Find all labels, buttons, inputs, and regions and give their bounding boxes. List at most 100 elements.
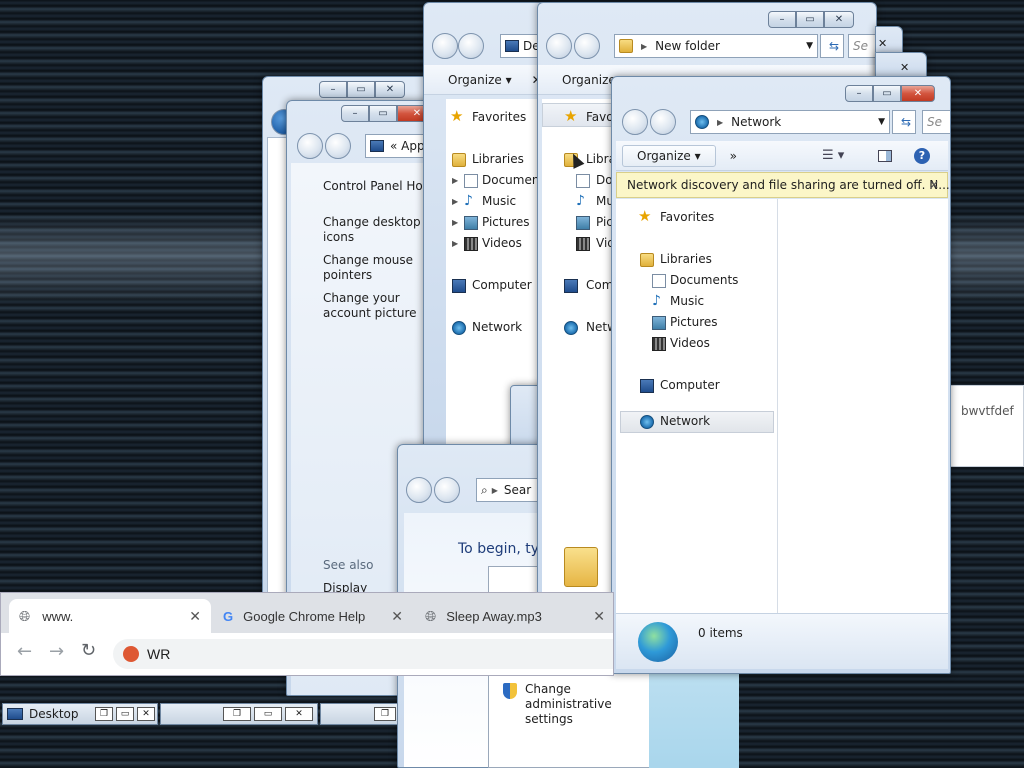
organize-button[interactable]: Organize ▾ <box>622 144 716 167</box>
search-box[interactable]: Se <box>922 110 950 134</box>
back-button[interactable] <box>432 33 458 59</box>
nav-computer[interactable]: Com <box>586 278 613 292</box>
minimized-window-3[interactable]: ❐ <box>320 703 398 725</box>
favorites-star-icon: ★ <box>638 207 652 225</box>
nav-videos[interactable]: Videos <box>482 236 522 250</box>
organize-button[interactable]: Organize <box>562 73 616 87</box>
nav-computer[interactable]: Computer <box>472 278 532 292</box>
back-button[interactable] <box>406 477 432 503</box>
network-icon <box>695 115 709 129</box>
network-icon <box>564 321 578 335</box>
expand-arrow-icon[interactable]: ▶ <box>452 197 458 206</box>
forward-button[interactable] <box>325 133 351 159</box>
status-text: 0 items <box>698 626 743 640</box>
folder-icon <box>619 39 633 53</box>
nav-favorites[interactable]: Favorites <box>660 210 714 224</box>
preview-pane-icon[interactable] <box>878 149 892 162</box>
nav-network[interactable]: Network <box>660 414 710 428</box>
close-icon[interactable]: ✕ <box>900 61 909 74</box>
minimized-window-2[interactable]: ❐ ▭ ✕ <box>160 703 318 725</box>
chevron-down-icon[interactable]: ▼ <box>806 41 813 51</box>
info-bar[interactable]: Network discovery and file sharing are t… <box>616 172 950 198</box>
nav-libraries[interactable]: Libraries <box>472 152 524 166</box>
maximize-button[interactable]: ▭ <box>369 105 397 122</box>
nav-videos[interactable]: Videos <box>670 336 710 350</box>
change-admin-settings-link[interactable]: Change administrative settings <box>525 682 635 727</box>
minimize-button[interactable]: – <box>319 81 347 98</box>
expand-arrow-icon[interactable]: ▶ <box>452 239 458 248</box>
chevron-down-icon[interactable]: ▼ <box>878 117 885 127</box>
nav-pictures[interactable]: Pictures <box>482 215 530 229</box>
tab-title: Sleep Away.mp3 <box>446 608 542 624</box>
close-tab-icon[interactable]: ✕ <box>189 608 201 625</box>
nav-pictures[interactable]: Pictures <box>670 315 718 329</box>
minimize-button[interactable]: – <box>341 105 369 122</box>
restore-button[interactable]: ❐ <box>223 707 251 721</box>
chrome-toolbar: ← → ↻ WR <box>1 633 613 675</box>
close-button[interactable]: ✕ <box>285 707 313 721</box>
nav-favorites[interactable]: Favorites <box>472 110 526 124</box>
forward-arrow-icon[interactable]: → <box>49 641 64 662</box>
minimized-desktop-window[interactable]: Desktop ❐ ▭ ✕ <box>2 703 158 725</box>
close-button[interactable]: ✕ <box>824 11 854 28</box>
expand-arrow-icon[interactable]: ▶ <box>452 176 458 185</box>
close-tab-icon[interactable]: ✕ <box>593 608 605 625</box>
close-icon[interactable]: ✕ <box>929 178 939 192</box>
change-desktop-icons-link[interactable]: Change desktop icons <box>323 215 433 245</box>
reload-icon[interactable]: ↻ <box>81 640 96 661</box>
restore-button[interactable]: ❐ <box>95 707 113 721</box>
maximize-button[interactable]: ▭ <box>347 81 375 98</box>
address-bar[interactable]: ▶ Network ▼ <box>690 110 890 134</box>
maximize-button[interactable]: ▭ <box>873 85 901 102</box>
help-icon[interactable]: ? <box>914 147 930 164</box>
view-options-icon[interactable]: ☰ ▾ <box>822 148 844 163</box>
nav-libraries[interactable]: Libraries <box>660 252 712 266</box>
refresh-button[interactable]: ⇆ <box>892 110 916 134</box>
chrome-window[interactable]: 🌐︎ www. ✕ G Google Chrome Help ✕ 🌐︎ Slee… <box>0 592 614 676</box>
network-window[interactable]: – ▭ ✕ ▶ Network ▼ ⇆ Se Organize ▾ » ☰ ▾ … <box>611 76 951 674</box>
back-button[interactable] <box>546 33 572 59</box>
nav-network[interactable]: Network <box>472 320 522 334</box>
omnibox[interactable]: WR <box>113 639 613 669</box>
close-button[interactable]: ✕ <box>901 85 935 102</box>
chrome-tab-3[interactable]: 🌐︎ Sleep Away.mp3 ✕ <box>415 599 615 633</box>
forward-button[interactable] <box>650 109 676 135</box>
close-icon[interactable]: ✕ <box>878 37 887 50</box>
tab-title: Google Chrome Help <box>243 608 366 624</box>
maximize-button[interactable]: ▭ <box>116 707 134 721</box>
close-button[interactable]: ✕ <box>375 81 405 98</box>
maximize-button[interactable]: ▭ <box>254 707 282 721</box>
forward-button[interactable] <box>458 33 484 59</box>
change-account-picture-link[interactable]: Change your account picture <box>323 291 433 321</box>
nav-favorites[interactable]: Favo <box>586 110 614 124</box>
nav-music[interactable]: Music <box>482 194 516 208</box>
address-bar[interactable]: ▶ New folder ▼ <box>614 34 818 58</box>
restore-button[interactable]: ❐ <box>374 707 396 721</box>
nav-documents[interactable]: Document <box>482 173 544 187</box>
forward-button[interactable] <box>574 33 600 59</box>
change-mouse-pointers-link[interactable]: Change mouse pointers <box>323 253 433 283</box>
expand-arrow-icon[interactable]: ▶ <box>452 218 458 227</box>
chrome-tab-2[interactable]: G Google Chrome Help ✕ <box>213 599 413 633</box>
search-box[interactable]: Se <box>848 34 876 58</box>
maximize-button[interactable]: ▭ <box>796 11 824 28</box>
chrome-tab-1[interactable]: 🌐︎ www. ✕ <box>9 599 211 633</box>
close-button[interactable]: ✕ <box>137 707 155 721</box>
minimize-button[interactable]: – <box>845 85 873 102</box>
nav-pane: ★ Favo Libra Do ♪ Mu Pic Vid Com Netw <box>542 99 622 599</box>
back-button[interactable] <box>297 133 323 159</box>
organize-button[interactable]: Organize ▾ <box>448 73 512 87</box>
network-icon <box>452 321 466 335</box>
nav-documents[interactable]: Documents <box>670 273 738 287</box>
close-tab-icon[interactable]: ✕ <box>391 608 403 625</box>
back-button[interactable] <box>622 109 648 135</box>
nav-music[interactable]: Music <box>670 294 704 308</box>
refresh-button[interactable]: ⇆ <box>820 34 844 58</box>
forward-button[interactable] <box>434 477 460 503</box>
back-arrow-icon[interactable]: ← <box>17 641 32 662</box>
more-options-button[interactable]: » <box>730 149 737 163</box>
minimize-button[interactable]: – <box>768 11 796 28</box>
folder-large-icon[interactable] <box>564 547 598 587</box>
search-icon: ⌕ <box>481 482 488 497</box>
nav-computer[interactable]: Computer <box>660 378 720 392</box>
